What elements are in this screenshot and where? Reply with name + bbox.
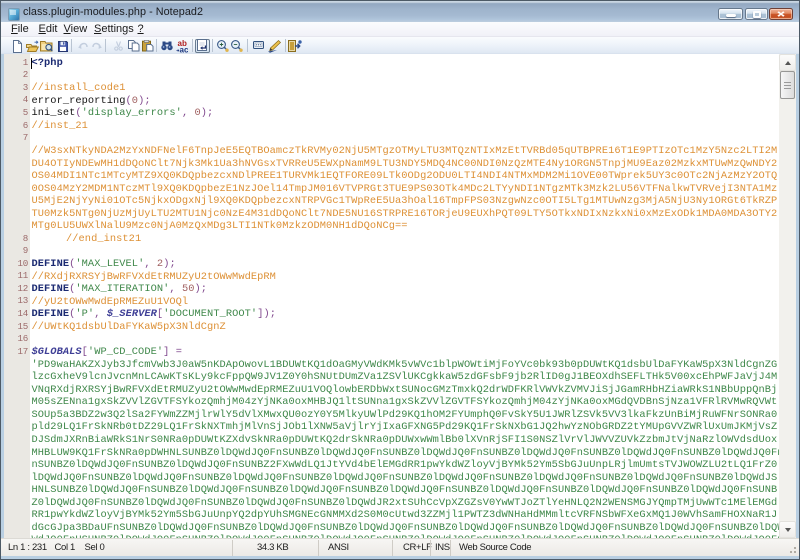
svg-text:ac: ac xyxy=(180,46,189,54)
